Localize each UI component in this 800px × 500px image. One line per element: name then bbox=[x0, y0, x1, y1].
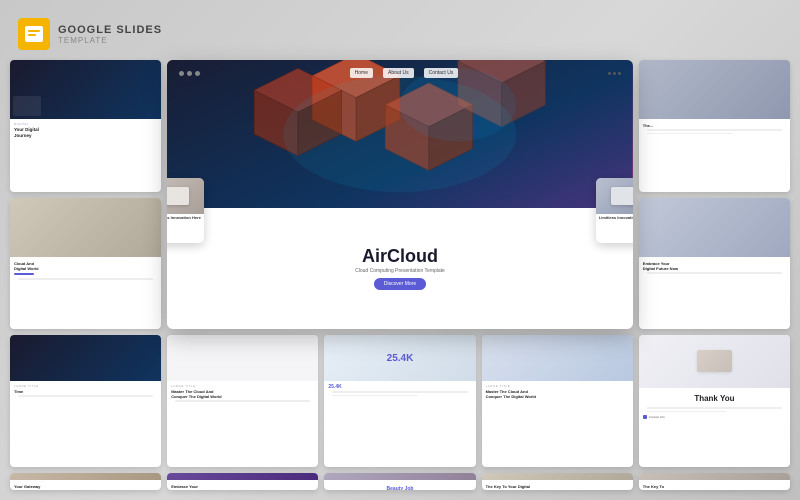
slide-r3c1-heading: Time bbox=[14, 389, 157, 394]
stat-1: Beauty Job bbox=[387, 486, 414, 490]
slide-1-heading: Your DigitalJourney bbox=[14, 127, 157, 139]
slide-r3c3[interactable]: 25.4K 25.4K bbox=[324, 335, 475, 467]
hero-card-left-label: Limitless Innovation Here bbox=[167, 214, 204, 223]
slide-r4c1[interactable]: Your GatewayTo Endless... bbox=[10, 473, 161, 490]
hero-brand-title: AirCloud bbox=[362, 247, 438, 267]
slide-1[interactable]: Digital Your DigitalJourney bbox=[10, 60, 161, 192]
slide-r2c5-heading: Embrace YourDigital Future Now bbox=[643, 261, 786, 271]
slide-r2c5[interactable]: Embrace YourDigital Future Now bbox=[639, 198, 790, 330]
hero-nav-dots bbox=[179, 71, 200, 76]
hero-card-right: Limitless Innovation Here bbox=[596, 178, 633, 243]
hero-card-right-label: Limitless Innovation Here bbox=[596, 214, 633, 223]
hero-card-left: Limitless Innovation Here bbox=[167, 178, 204, 243]
slide-r2c1-heading: Cloud AndDigital World bbox=[14, 261, 157, 271]
hero-navbar: Home About Us Contact Us bbox=[167, 68, 633, 78]
google-slides-badge: GOOGLE SLIDES TEMPLATE bbox=[18, 18, 162, 50]
hero-shapes bbox=[167, 60, 633, 208]
nav-home: Home bbox=[350, 68, 373, 78]
badge-subtitle: TEMPLATE bbox=[58, 36, 162, 45]
slide-r3c1-tag: Large Title bbox=[14, 384, 157, 388]
slide-hero[interactable]: Home About Us Contact Us Limitless Innov… bbox=[167, 60, 633, 329]
hero-dot-2 bbox=[187, 71, 192, 76]
slide-r1c5-heading: The... bbox=[643, 123, 786, 128]
hero-dot-1 bbox=[179, 71, 184, 76]
nav-about: About Us bbox=[383, 68, 414, 78]
slide-r3c2-tag: Large Title bbox=[171, 384, 314, 388]
slide-r3c1[interactable]: Large Title Time bbox=[10, 335, 161, 467]
hero-subtitle: Cloud Computing Presentation Template bbox=[355, 268, 445, 274]
slide-r4c2-heading: Embrace YourDigital Future bbox=[171, 484, 314, 490]
thankyou-heading: Thank You bbox=[643, 392, 786, 407]
slide-r4c2[interactable]: Embrace YourDigital Future bbox=[167, 473, 318, 490]
slide-r4c5[interactable]: The Key ToDigital... bbox=[639, 473, 790, 490]
slide-r4c4[interactable]: The Key To Your DigitalTransformation bbox=[482, 473, 633, 490]
slide-r4c3[interactable]: Beauty Job bbox=[324, 473, 475, 490]
google-slides-icon bbox=[18, 18, 50, 50]
slide-r3c2-heading: Master The Cloud AndConquer The Digital … bbox=[171, 389, 314, 399]
slide-r3c4-heading: Master The Cloud AndConquer The Digital … bbox=[486, 389, 629, 399]
hero-discover-btn[interactable]: Discover More bbox=[374, 278, 426, 290]
hero-nav-links: Home About Us Contact Us bbox=[350, 68, 459, 78]
slide-r3c4-tag: Large Title bbox=[486, 384, 629, 388]
slide-r2c1[interactable]: Cloud AndDigital World bbox=[10, 198, 161, 330]
nav-contact: Contact Us bbox=[424, 68, 459, 78]
hero-background: Home About Us Contact Us bbox=[167, 60, 633, 208]
slide-r3c2[interactable]: Large Title Master The Cloud AndConquer … bbox=[167, 335, 318, 467]
slide-r4c4-heading: The Key To Your DigitalTransformation bbox=[486, 484, 629, 490]
slide-1-tag: Digital bbox=[14, 122, 157, 126]
slide-thankyou[interactable]: Thank You Contact info bbox=[639, 335, 790, 467]
slide-r4c5-heading: The Key ToDigital... bbox=[643, 484, 786, 490]
slide-5col-r1[interactable]: The... bbox=[639, 60, 790, 192]
slide-r4c1-heading: Your GatewayTo Endless... bbox=[14, 484, 157, 490]
hero-bottom-section: Limitless Innovation Here Limitless Inno… bbox=[167, 208, 633, 329]
hero-nav-more-dots bbox=[608, 72, 621, 75]
slides-grid: Digital Your DigitalJourney bbox=[10, 60, 790, 490]
slide-r3c4[interactable]: Large Title Master The Cloud AndConquer … bbox=[482, 335, 633, 467]
badge-title: GOOGLE SLIDES bbox=[58, 24, 162, 36]
hero-dot-3 bbox=[195, 71, 200, 76]
